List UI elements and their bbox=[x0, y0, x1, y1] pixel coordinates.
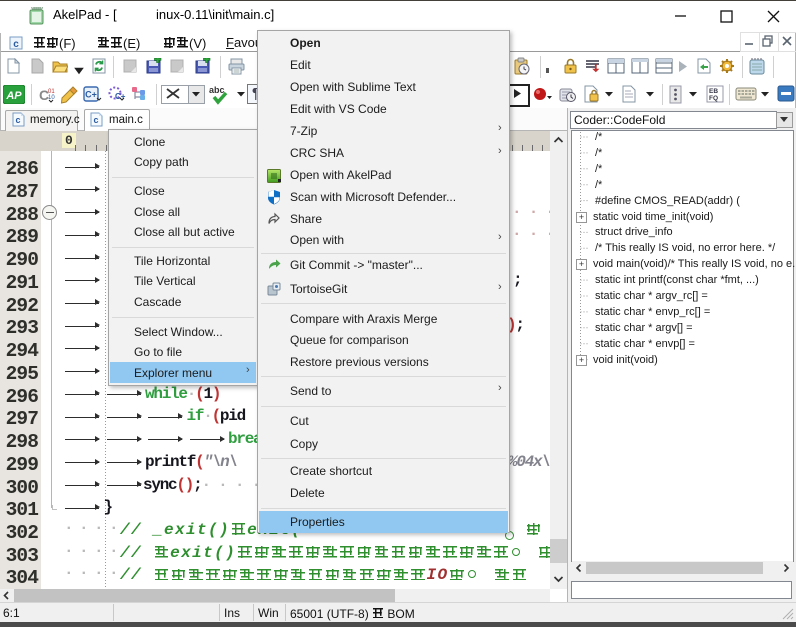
svg-text:FQ: FQ bbox=[709, 95, 718, 102]
svg-text:abc: abc bbox=[209, 85, 225, 95]
svg-text:C+: C+ bbox=[115, 92, 126, 101]
svg-text:EB: EB bbox=[709, 88, 718, 95]
svg-text:AP: AP bbox=[5, 90, 22, 102]
svg-text:c: c bbox=[15, 115, 20, 125]
svg-text:C+: C+ bbox=[85, 90, 97, 100]
svg-text:c: c bbox=[93, 115, 98, 125]
svg-text:c: c bbox=[13, 39, 19, 50]
